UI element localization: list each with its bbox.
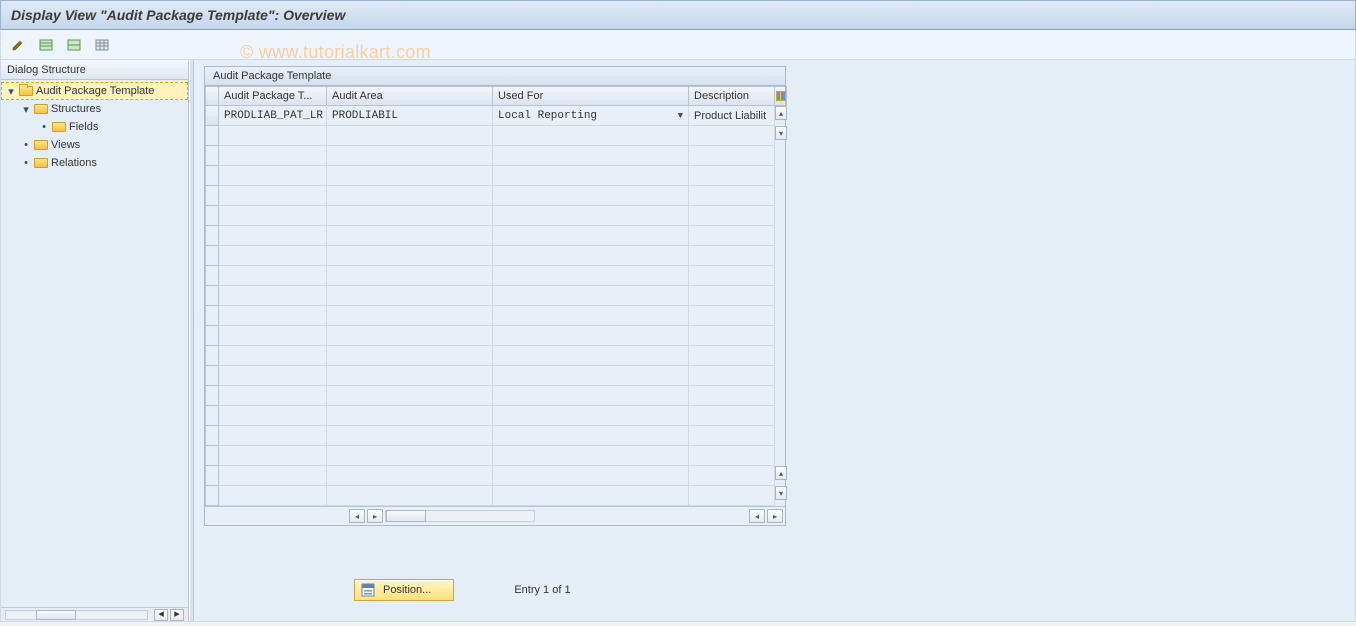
cell-template[interactable]: PRODLIAB_PAT_LR (219, 106, 327, 126)
scroll-right-icon[interactable]: ◂ (749, 509, 765, 523)
chevron-down-icon[interactable]: ▾ (6, 85, 16, 98)
toggle-edit-button[interactable] (7, 34, 29, 56)
grid-body: PRODLIAB_PAT_LR PRODLIABIL Local Reporti… (205, 106, 785, 506)
tree-node-label: Structures (51, 103, 101, 115)
table-row-empty (205, 366, 785, 386)
window-title-bar: Display View "Audit Package Template": O… (0, 0, 1356, 30)
audit-package-template-grid: Audit Package Template Audit Package T..… (204, 66, 786, 526)
table-row-empty (205, 186, 785, 206)
table-grid-icon (95, 38, 109, 52)
tree-node-label: Fields (69, 121, 98, 133)
table-row-empty (205, 326, 785, 346)
bullet-icon: • (39, 121, 49, 133)
detail-panel: Audit Package Template Audit Package T..… (194, 60, 1355, 621)
table-row-empty (205, 386, 785, 406)
folder-icon (34, 139, 48, 151)
table-row-empty (205, 266, 785, 286)
table-row-empty (205, 306, 785, 326)
table-row-empty: ▴ (205, 466, 785, 486)
folder-icon (34, 157, 48, 169)
dropdown-icon[interactable]: ▼ (678, 111, 683, 121)
scrollbar-track[interactable] (5, 610, 148, 620)
table-row-empty (205, 426, 785, 446)
col-header-template[interactable]: Audit Package T... (219, 86, 327, 106)
table-row-empty: ▾ (205, 126, 785, 146)
dialog-structure-header: Dialog Structure (1, 60, 188, 80)
tree-node-label: Views (51, 139, 80, 151)
tree-node-audit-package-template[interactable]: ▾ Audit Package Template (1, 82, 188, 100)
scroll-left-icon[interactable]: ▸ (367, 509, 383, 523)
table-row-empty (205, 166, 785, 186)
entry-counter: Entry 1 of 1 (514, 584, 570, 596)
cell-used-for[interactable]: Local Reporting ▼ (493, 106, 689, 126)
app-toolbar (0, 30, 1356, 60)
page-title: Display View "Audit Package Template": O… (11, 7, 345, 23)
print-button[interactable] (91, 34, 113, 56)
table-settings-icon (776, 91, 786, 101)
scroll-down-icon[interactable]: ▾ (775, 486, 787, 500)
table-row-empty: ▾ (205, 486, 785, 506)
scroll-first-icon[interactable]: ◂ (349, 509, 365, 523)
tree-node-relations[interactable]: • Relations (1, 154, 188, 172)
table-row-empty (205, 346, 785, 366)
cell-used-for-value: Local Reporting (498, 110, 597, 122)
position-button-label: Position... (383, 584, 431, 596)
position-button[interactable]: Position... (354, 579, 454, 601)
table-row-empty (205, 406, 785, 426)
tree-node-label: Audit Package Template (36, 85, 154, 97)
grid-footer: Position... Entry 1 of 1 (354, 579, 571, 601)
row-selector-header[interactable] (205, 86, 219, 106)
table-row-empty (205, 446, 785, 466)
grid-vertical-scrollbar[interactable]: ▴ (775, 106, 787, 126)
table-collapse-icon (67, 38, 81, 52)
table-row-empty (205, 286, 785, 306)
table-row-empty (205, 226, 785, 246)
tree-node-label: Relations (51, 157, 97, 169)
col-header-used-for[interactable]: Used For (493, 86, 689, 106)
position-icon (361, 583, 375, 597)
dialog-structure-tree[interactable]: ▾ Audit Package Template ▾ Structures • … (1, 80, 188, 607)
table-row-empty (205, 246, 785, 266)
folder-open-icon (19, 85, 33, 97)
folder-icon (34, 103, 48, 115)
scrollbar-thumb[interactable] (386, 510, 426, 522)
bullet-icon: • (21, 139, 31, 151)
grid-header-row: Audit Package T... Audit Area Used For D… (205, 86, 785, 106)
scrollbar-thumb[interactable] (36, 610, 76, 620)
scroll-up-icon[interactable]: ▴ (775, 466, 787, 480)
table-row-empty (205, 206, 785, 226)
folder-icon (52, 121, 66, 133)
grid-title: Audit Package Template (205, 67, 785, 86)
scroll-last-icon[interactable]: ▸ (767, 509, 783, 523)
grid-horizontal-scrollbar[interactable]: ◂ ▸ ◂ ▸ (205, 506, 785, 525)
cell-audit-area[interactable]: PRODLIABIL (327, 106, 493, 126)
scroll-left-icon[interactable]: ◂ (154, 609, 168, 621)
tree-node-views[interactable]: • Views (1, 136, 188, 154)
scroll-down-icon[interactable]: ▾ (775, 126, 787, 140)
table-row-empty (205, 146, 785, 166)
tree-horizontal-scrollbar[interactable]: ◂ ▸ (1, 607, 188, 621)
col-header-audit-area[interactable]: Audit Area (327, 86, 493, 106)
col-header-description[interactable]: Description (689, 86, 775, 106)
bullet-icon: • (21, 157, 31, 169)
table-row[interactable]: PRODLIAB_PAT_LR PRODLIABIL Local Reporti… (205, 106, 785, 126)
pencil-icon (11, 38, 25, 52)
table-expand-icon (39, 38, 53, 52)
expand-all-button[interactable] (35, 34, 57, 56)
scrollbar-track[interactable] (385, 510, 535, 522)
chevron-down-icon[interactable]: ▾ (21, 103, 31, 116)
scroll-right-icon[interactable]: ▸ (170, 609, 184, 621)
row-selector[interactable] (205, 106, 219, 126)
tree-node-fields[interactable]: • Fields (1, 118, 188, 136)
scroll-up-icon[interactable]: ▴ (775, 106, 787, 120)
collapse-all-button[interactable] (63, 34, 85, 56)
dialog-structure-panel: Dialog Structure ▾ Audit Package Templat… (1, 60, 189, 621)
tree-node-structures[interactable]: ▾ Structures (1, 100, 188, 118)
cell-description[interactable]: Product Liabilit (689, 106, 775, 126)
column-config-button[interactable] (775, 86, 787, 106)
work-area: Dialog Structure ▾ Audit Package Templat… (0, 60, 1356, 622)
